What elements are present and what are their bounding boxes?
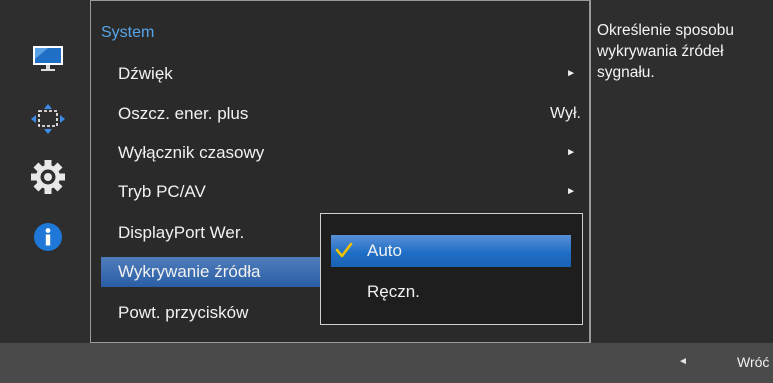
menu-title: System (101, 24, 155, 41)
menu-item-value: Wył. (550, 105, 581, 122)
checkmark-icon (335, 235, 353, 267)
option-label: Ręczn. (367, 282, 420, 301)
bottom-bar: ◄ Wróć (0, 343, 773, 383)
description-panel: Określenie sposobu wykrywania źródeł syg… (590, 0, 773, 343)
option-label: Auto (367, 241, 402, 260)
source-detection-submenu: Auto Ręczn. (320, 213, 583, 325)
option-manual[interactable]: Ręczn. (331, 276, 571, 308)
menu-item-label: DisplayPort Wer. (118, 223, 245, 242)
osd-frame: System Dźwięk ► Oszcz. ener. plus Wył. W… (0, 0, 773, 383)
category-icon-column (0, 0, 90, 340)
menu-item-label: Tryb PC/AV (118, 182, 206, 201)
settings-gear-icon[interactable] (28, 157, 68, 197)
menu-item-label: Wyłącznik czasowy (118, 143, 265, 162)
position-icon[interactable] (28, 99, 68, 139)
description-text: Określenie sposobu wykrywania źródeł syg… (597, 22, 734, 81)
menu-item-off-timer[interactable]: Wyłącznik czasowy ► (101, 138, 581, 168)
submenu-arrow-icon: ► (566, 147, 576, 158)
back-button[interactable]: Wróć (737, 354, 769, 370)
menu-item-eco-saving[interactable]: Oszcz. ener. plus Wył. (101, 99, 581, 129)
menu-item-source-detection[interactable]: Wykrywanie źródła (101, 257, 331, 287)
submenu-arrow-icon: ► (566, 186, 576, 197)
picture-icon[interactable] (28, 39, 68, 79)
submenu-arrow-icon: ► (566, 68, 576, 79)
back-arrow-icon[interactable]: ◄ (678, 356, 688, 367)
menu-item-label: Wykrywanie źródła (118, 262, 261, 281)
menu-item-label: Powt. przycisków (118, 303, 249, 322)
info-icon[interactable] (28, 217, 68, 257)
option-auto[interactable]: Auto (331, 235, 571, 267)
menu-item-pc-av-mode[interactable]: Tryb PC/AV ► (101, 177, 581, 207)
menu-item-sound[interactable]: Dźwięk ► (101, 59, 581, 89)
menu-item-label: Oszcz. ener. plus (118, 104, 249, 123)
menu-item-label: Dźwięk (118, 64, 173, 83)
